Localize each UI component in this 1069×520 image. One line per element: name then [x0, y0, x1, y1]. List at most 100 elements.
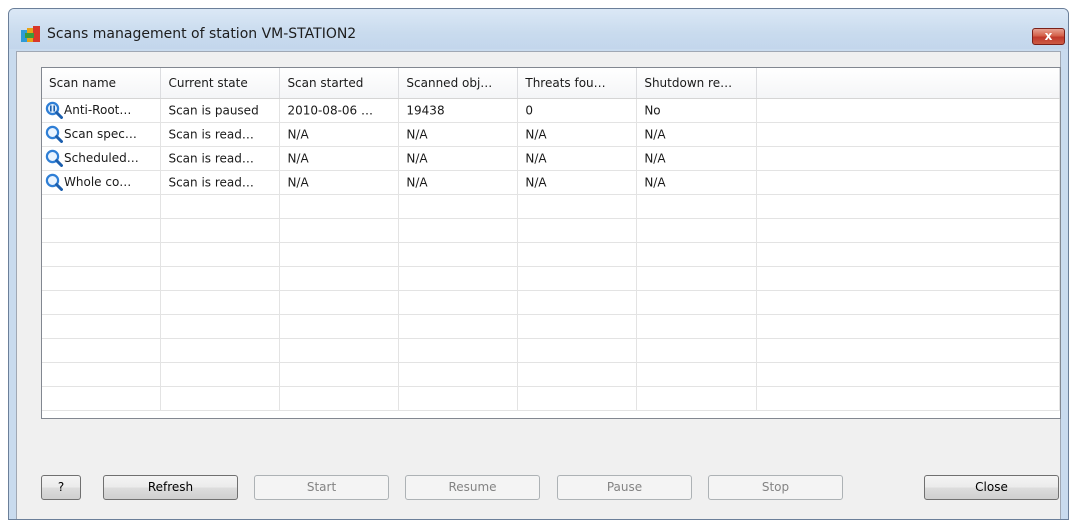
close-window-button[interactable]: x — [1032, 28, 1065, 45]
cell-text: N/A — [287, 151, 309, 166]
cell-text: 19438 — [406, 103, 445, 118]
cell-text: 0 — [525, 103, 534, 118]
empty-cell — [756, 386, 1060, 411]
cell-text: Anti-Root… — [64, 103, 132, 117]
empty-cell — [756, 266, 1060, 291]
empty-cell — [42, 290, 162, 315]
empty-cell — [160, 194, 281, 219]
cell-text: N/A — [525, 175, 547, 190]
pause-button[interactable]: Pause — [557, 475, 692, 500]
table-cell: No — [636, 98, 758, 123]
table-cell: N/A — [398, 146, 519, 171]
table-row[interactable]: Whole co… Scan is read… N/A N/A N/A N/A — [42, 170, 1060, 195]
table-cell: N/A — [398, 122, 519, 147]
empty-cell — [42, 218, 162, 243]
table-cell: N/A — [517, 122, 638, 147]
title-bar[interactable]: Scans management of station VM-STATION2 … — [9, 9, 1068, 49]
column-header-current-state[interactable]: Current state — [160, 68, 281, 99]
table-cell: N/A — [636, 146, 758, 171]
empty-cell — [636, 386, 758, 411]
empty-cell — [279, 386, 400, 411]
cell-text: N/A — [644, 127, 666, 142]
cell-text: Scan is read… — [168, 175, 254, 190]
empty-table-row — [42, 314, 1060, 339]
magnifier-icon — [45, 149, 63, 167]
empty-cell — [42, 314, 162, 339]
empty-table-row — [42, 218, 1060, 243]
table-row[interactable]: Scan spec… Scan is read… N/A N/A N/A N/A — [42, 122, 1060, 147]
empty-cell — [42, 194, 162, 219]
dialog-client-area: Scan name Current state Scan started Sca… — [16, 51, 1061, 519]
empty-cell — [398, 218, 519, 243]
column-header-filler — [756, 68, 1060, 99]
cell-text: Scan spec… — [64, 127, 137, 141]
empty-table-row — [42, 290, 1060, 315]
empty-cell — [279, 242, 400, 267]
table-cell: N/A — [279, 122, 400, 147]
table-cell: N/A — [517, 170, 638, 195]
table-cell: Scan is paused — [160, 98, 281, 123]
column-header-threats-found[interactable]: Threats fou… — [517, 68, 638, 99]
paused-scan-icon — [45, 101, 63, 119]
column-header-scan-name[interactable]: Scan name — [42, 68, 162, 99]
empty-cell — [160, 338, 281, 363]
empty-cell — [517, 290, 638, 315]
column-header-scanned-objects[interactable]: Scanned obj… — [398, 68, 519, 99]
table-cell: Scan is read… — [160, 122, 281, 147]
magnifier-icon — [45, 125, 63, 143]
empty-table-row — [42, 194, 1060, 219]
table-cell: N/A — [279, 146, 400, 171]
resume-button[interactable]: Resume — [405, 475, 540, 500]
empty-cell — [517, 338, 638, 363]
empty-cell — [756, 218, 1060, 243]
empty-cell — [160, 386, 281, 411]
cell-text: N/A — [406, 127, 428, 142]
empty-cell — [398, 386, 519, 411]
empty-cell — [756, 290, 1060, 315]
empty-cell — [160, 290, 281, 315]
empty-table-row — [42, 242, 1060, 267]
stop-button[interactable]: Stop — [708, 475, 843, 500]
cell-text: N/A — [644, 151, 666, 166]
empty-cell — [517, 314, 638, 339]
table-row[interactable]: Scheduled… Scan is read… N/A N/A N/A N/A — [42, 146, 1060, 171]
cell-text: N/A — [406, 175, 428, 190]
empty-cell — [398, 362, 519, 387]
table-cell: N/A — [636, 170, 758, 195]
column-header-scan-started[interactable]: Scan started — [279, 68, 400, 99]
close-icon: x — [1044, 29, 1053, 43]
empty-cell — [756, 314, 1060, 339]
table-cell: Whole co… — [42, 170, 162, 195]
scans-table[interactable]: Scan name Current state Scan started Sca… — [41, 67, 1061, 419]
empty-cell — [398, 314, 519, 339]
cell-text: Scan is read… — [168, 151, 254, 166]
cell-text: Scan is paused — [168, 103, 259, 118]
table-row[interactable]: Anti-Root… Scan is paused 2010-08-06 … 1943… — [42, 98, 1060, 123]
refresh-button[interactable]: Refresh — [103, 475, 238, 500]
table-cell: N/A — [517, 146, 638, 171]
cell-text: N/A — [644, 175, 666, 190]
empty-cell — [42, 386, 162, 411]
empty-cell — [279, 266, 400, 291]
empty-cell — [517, 362, 638, 387]
empty-cell — [279, 362, 400, 387]
empty-cell — [517, 218, 638, 243]
start-button[interactable]: Start — [254, 475, 389, 500]
empty-cell — [279, 194, 400, 219]
empty-cell — [160, 242, 281, 267]
empty-cell — [42, 242, 162, 267]
magnifier-icon — [45, 173, 63, 191]
empty-cell — [756, 146, 1060, 171]
empty-cell — [756, 242, 1060, 267]
close-button[interactable]: Close — [924, 475, 1059, 500]
empty-cell — [42, 362, 162, 387]
empty-cell — [160, 266, 281, 291]
cell-text: No — [644, 103, 661, 118]
empty-cell — [398, 242, 519, 267]
column-header-shutdown[interactable]: Shutdown re… — [636, 68, 758, 99]
empty-cell — [756, 194, 1060, 219]
table-cell: Anti-Root… — [42, 98, 162, 123]
table-cell: Scan is read… — [160, 170, 281, 195]
help-button[interactable]: ? — [41, 475, 81, 500]
scans-management-window: Scans management of station VM-STATION2 … — [8, 8, 1069, 520]
